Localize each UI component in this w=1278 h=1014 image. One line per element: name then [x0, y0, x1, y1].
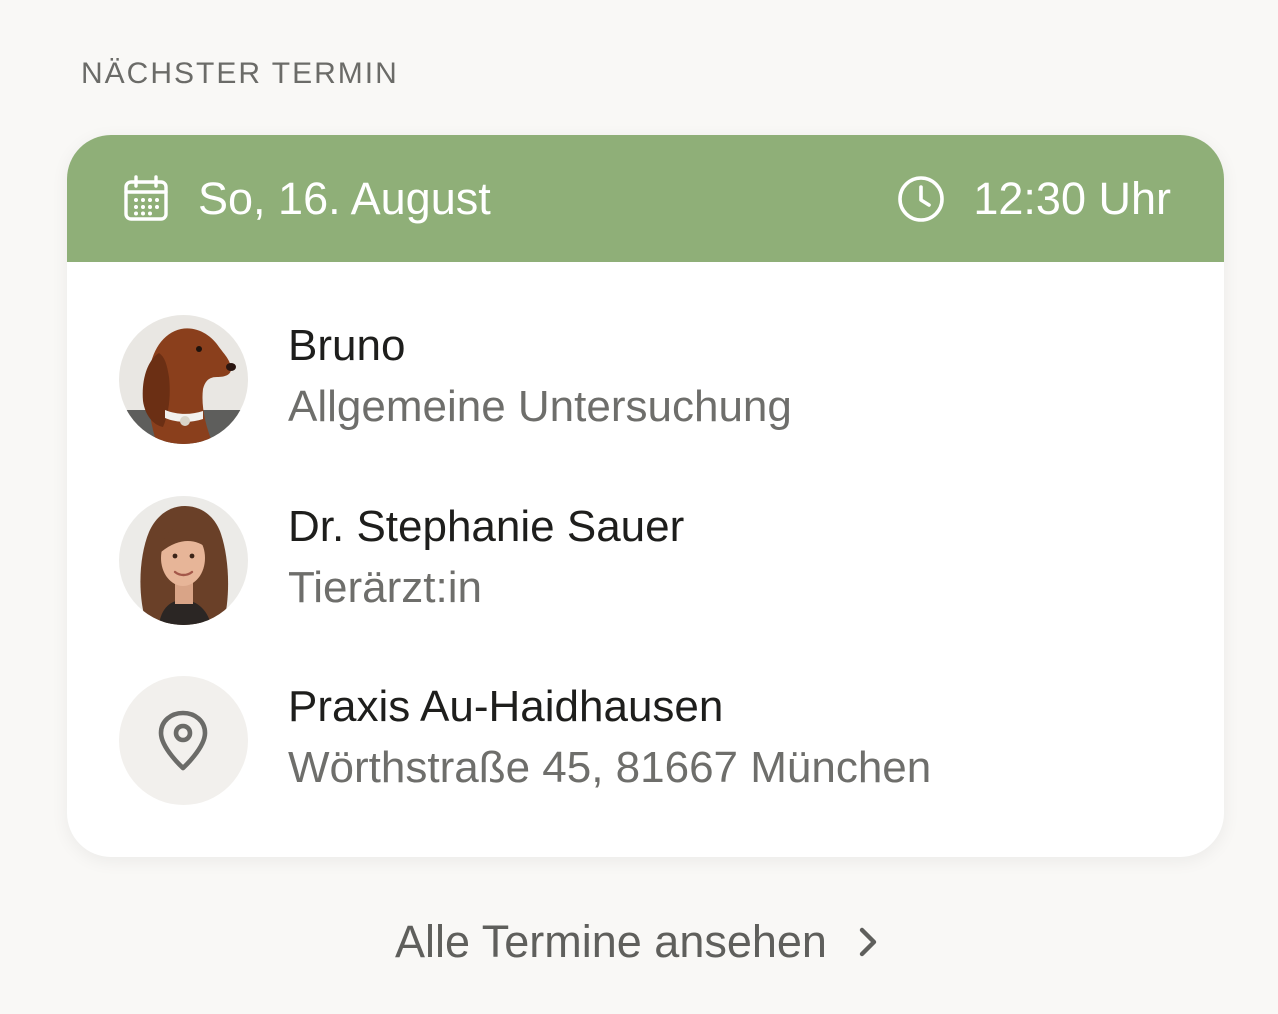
pet-avatar — [119, 315, 248, 444]
chevron-right-icon — [853, 922, 883, 962]
appointment-header: So, 16. August 12:30 Uhr — [67, 135, 1224, 262]
clock-icon — [897, 175, 945, 223]
location-icon-circle — [119, 676, 248, 805]
map-pin-icon — [157, 710, 209, 772]
appointment-date: So, 16. August — [122, 135, 491, 262]
calendar-icon — [122, 174, 170, 223]
vet-name: Dr. Stephanie Sauer — [288, 502, 685, 551]
appointment-time: 12:30 Uhr — [897, 135, 1171, 262]
pet-detail: Allgemeine Untersuchung — [288, 382, 792, 431]
time-label: 12:30 Uhr — [973, 172, 1171, 224]
location-info: Praxis Au-Haidhausen Wörthstraße 45, 816… — [288, 678, 931, 800]
view-all-appointments-link[interactable]: Alle Termine ansehen — [0, 912, 1278, 972]
vet-info: Dr. Stephanie Sauer Tierärzt:in — [288, 498, 684, 620]
location-address: Wörthstraße 45, 81667 München — [288, 743, 932, 792]
date-label: So, 16. August — [198, 172, 491, 224]
vet-row: Dr. Stephanie Sauer Tierärzt:in — [119, 496, 1179, 626]
vet-role: Tierärzt:in — [288, 563, 482, 612]
vet-avatar — [119, 496, 248, 625]
location-name: Praxis Au-Haidhausen — [288, 682, 724, 731]
section-title: NÄCHSTER TERMIN — [81, 57, 399, 90]
pet-row: Bruno Allgemeine Untersuchung — [119, 315, 1179, 445]
location-row: Praxis Au-Haidhausen Wörthstraße 45, 816… — [119, 676, 1179, 806]
pet-name: Bruno — [288, 321, 406, 370]
pet-info: Bruno Allgemeine Untersuchung — [288, 317, 792, 439]
view-all-appointments-label: Alle Termine ansehen — [395, 916, 827, 967]
appointment-card[interactable]: So, 16. August 12:30 Uhr Bruno Allgemein… — [67, 135, 1224, 857]
